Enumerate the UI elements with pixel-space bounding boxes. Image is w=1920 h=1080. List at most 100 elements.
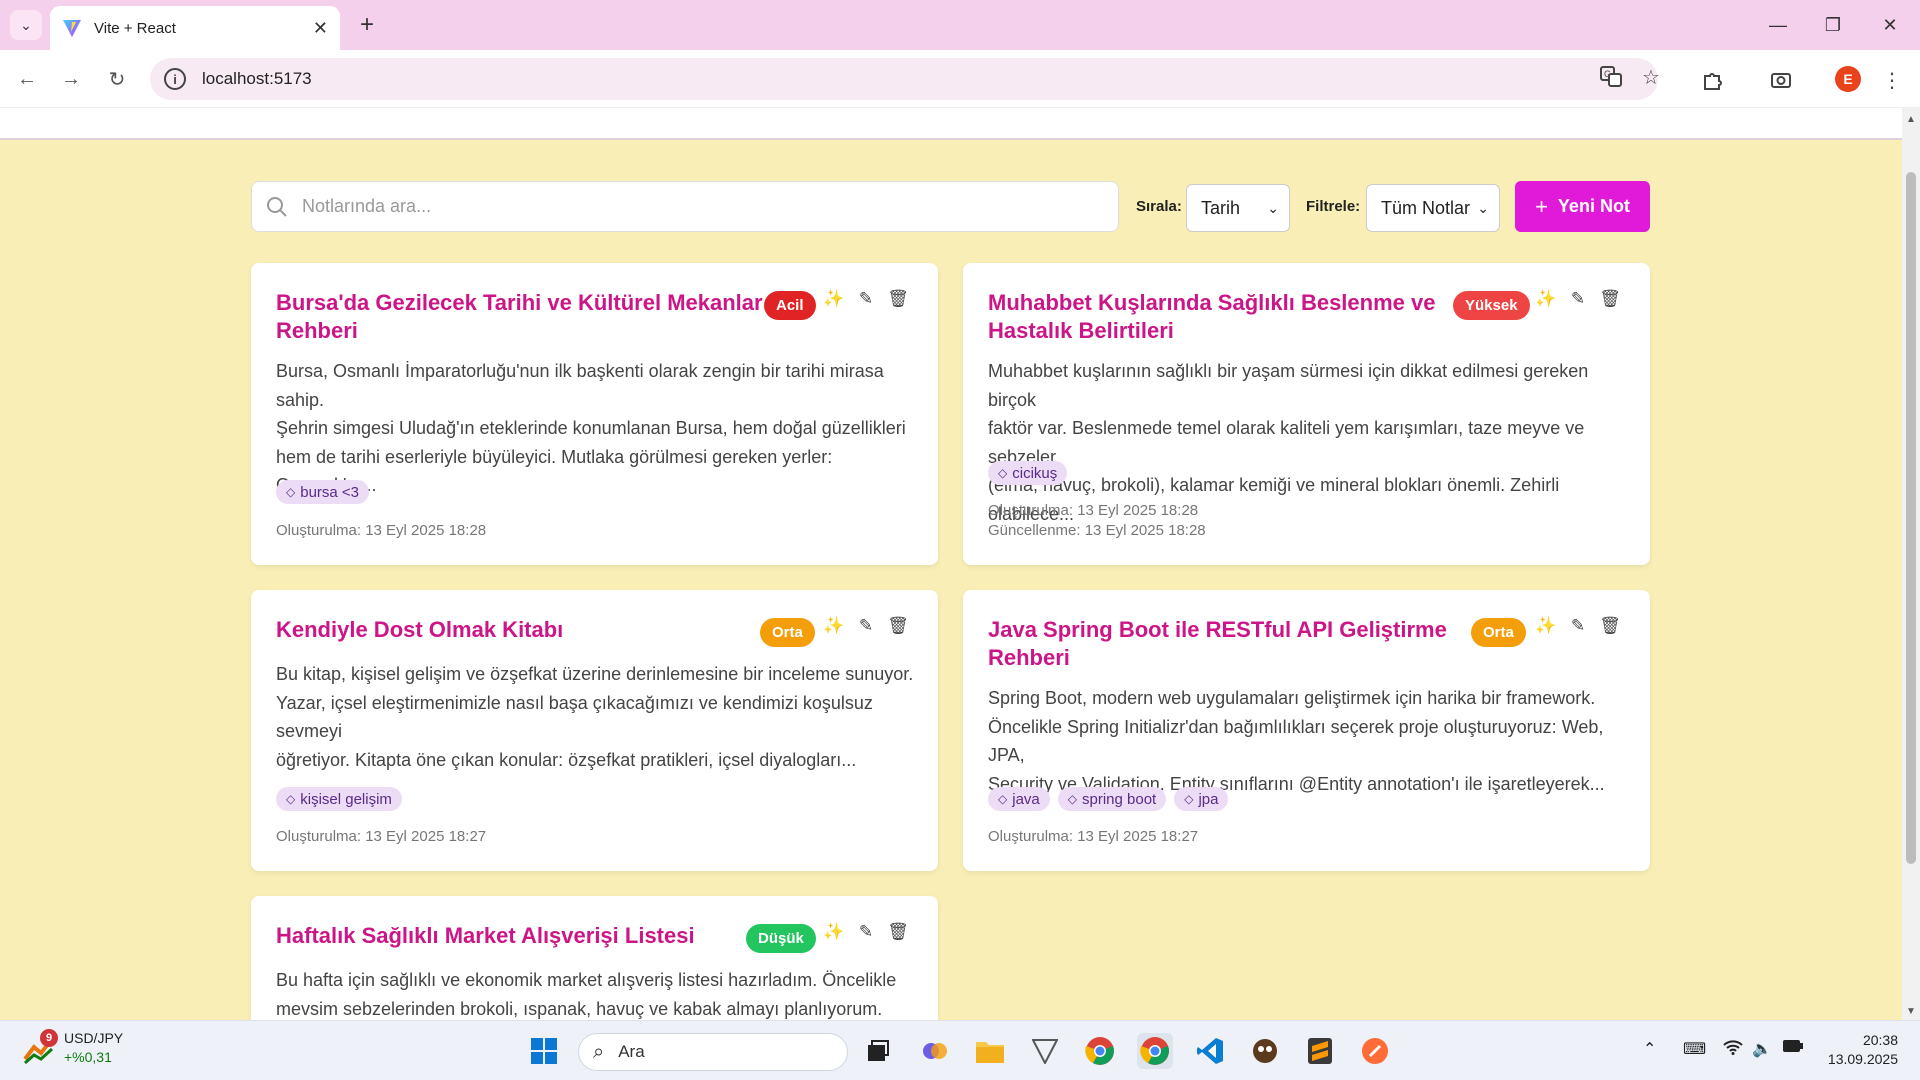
vite-app-icon[interactable] xyxy=(1027,1033,1063,1069)
show-hidden-icons-icon[interactable]: ⌃ xyxy=(1643,1039,1656,1059)
filter-select[interactable]: Tüm Notlar ⌄ xyxy=(1366,184,1500,232)
new-tab-button[interactable]: + xyxy=(352,10,382,40)
edit-icon[interactable]: ✎ xyxy=(857,616,875,636)
forward-icon[interactable]: → xyxy=(56,64,86,94)
note-card[interactable]: Java Spring Boot ile RESTful API Gelişti… xyxy=(963,590,1650,871)
close-tab-icon[interactable]: ✕ xyxy=(313,18,328,39)
sparkles-icon[interactable]: ✨ xyxy=(1535,616,1556,636)
tag-label: java xyxy=(1012,790,1040,808)
bookmark-star-icon[interactable]: ☆ xyxy=(1636,62,1666,92)
note-title[interactable]: Muhabbet Kuşlarında Sağlıklı Beslenme ve… xyxy=(988,289,1435,345)
note-title[interactable]: Bursa'da Gezilecek Tarihi ve Kültürel Me… xyxy=(276,289,763,345)
postman-icon[interactable] xyxy=(1357,1033,1393,1069)
widgets-button[interactable]: 9 USD/JPY +%0,31 xyxy=(22,1029,123,1067)
edit-icon[interactable]: ✎ xyxy=(857,289,875,309)
extensions-icon[interactable] xyxy=(1697,64,1729,96)
tag-label: cicikuş xyxy=(1012,464,1058,482)
search-input[interactable] xyxy=(302,196,1118,217)
note-actions: ✨ ✎ 🗑 xyxy=(823,922,909,942)
vscode-icon[interactable] xyxy=(1192,1033,1228,1069)
sort-select[interactable]: Tarih ⌄ xyxy=(1186,184,1290,232)
keyboard-icon[interactable]: ⌨ xyxy=(1683,1039,1706,1059)
chrome-active-icon[interactable] xyxy=(1137,1033,1173,1069)
note-tags: ◇ bursa <3 xyxy=(276,480,370,504)
note-body: Bursa, Osmanlı İmparatorluğu'nun ilk baş… xyxy=(276,357,916,500)
note-title-line: Rehberi xyxy=(988,645,1070,670)
file-explorer-icon[interactable] xyxy=(972,1033,1008,1069)
scrollbar-thumb[interactable] xyxy=(1906,172,1916,864)
note-title[interactable]: Java Spring Boot ile RESTful API Gelişti… xyxy=(988,616,1447,672)
site-info-icon[interactable]: i xyxy=(164,68,186,90)
priority-badge: Düşük xyxy=(746,924,816,953)
reload-icon[interactable]: ↻ xyxy=(102,64,132,94)
tag-chip[interactable]: ◇ cicikuş xyxy=(988,461,1068,485)
filter-select-value: Tüm Notlar xyxy=(1381,197,1471,218)
new-note-button[interactable]: + Yeni Not xyxy=(1515,181,1650,232)
sparkles-icon[interactable]: ✨ xyxy=(823,616,844,636)
edit-icon[interactable]: ✎ xyxy=(1569,289,1587,309)
sparkles-icon[interactable]: ✨ xyxy=(823,922,844,942)
note-meta: Oluşturulma: 13 Eyl 2025 18:28 xyxy=(276,521,486,541)
app-owl-icon[interactable] xyxy=(1247,1033,1283,1069)
restore-button[interactable]: ❐ xyxy=(1813,10,1853,40)
back-icon[interactable]: ← xyxy=(12,64,42,94)
sparkles-icon[interactable]: ✨ xyxy=(1535,289,1556,309)
translate-icon[interactable]: G xyxy=(1596,62,1626,92)
profile-avatar[interactable]: E xyxy=(1835,66,1861,92)
task-view-icon[interactable] xyxy=(860,1033,896,1069)
trash-icon[interactable]: 🗑 xyxy=(1599,289,1621,309)
notes-search-box[interactable] xyxy=(251,181,1119,232)
tab-search-button[interactable]: ⌄ xyxy=(10,10,42,40)
sort-label: Sırala: xyxy=(1136,198,1182,215)
tag-chip[interactable]: ◇ spring boot xyxy=(1057,787,1167,811)
tag-chip[interactable]: ◇ kişisel gelişim xyxy=(276,787,402,811)
clock-date: 13.09.2025 xyxy=(1827,1051,1898,1067)
stock-chart-icon: 9 xyxy=(22,1029,58,1065)
created-date: Oluşturulma: 13 Eyl 2025 18:28 xyxy=(276,522,487,539)
tag-chip[interactable]: ◇ jpa xyxy=(1174,787,1229,811)
scroll-up-icon[interactable]: ▲ xyxy=(1904,112,1918,126)
note-card[interactable]: Kendiyle Dost Olmak Kitabı Orta ✨ ✎ 🗑 Bu… xyxy=(251,590,938,871)
more-menu-icon[interactable]: ⋮ xyxy=(1876,64,1908,96)
trash-icon[interactable]: 🗑 xyxy=(887,616,909,636)
note-title[interactable]: Kendiyle Dost Olmak Kitabı xyxy=(276,616,563,644)
widget-title: USD/JPY xyxy=(64,1030,124,1046)
minimize-button[interactable]: — xyxy=(1758,10,1798,40)
scroll-down-icon[interactable]: ▼ xyxy=(1904,1004,1918,1018)
tag-chip[interactable]: ◇ java xyxy=(988,787,1050,811)
browser-tab[interactable]: Vite + React ✕ xyxy=(50,6,340,50)
trash-icon[interactable]: 🗑 xyxy=(1599,616,1621,636)
note-title[interactable]: Haftalık Sağlıklı Market Alışverişi List… xyxy=(276,922,695,950)
system-clock[interactable]: 20:38 13.09.2025 xyxy=(1828,1031,1898,1069)
clock-time: 20:38 xyxy=(1862,1032,1898,1048)
browser-tab-strip: ⌄ Vite + React ✕ + — ❐ ✕ xyxy=(0,0,1920,50)
sparkles-icon[interactable]: ✨ xyxy=(823,289,844,309)
taskbar-search[interactable]: ⌕ Ara xyxy=(578,1033,848,1071)
volume-icon[interactable]: 🔈 xyxy=(1752,1039,1772,1059)
windows-start-icon[interactable] xyxy=(526,1033,562,1069)
note-card[interactable]: Bursa'da Gezilecek Tarihi ve Kültürel Me… xyxy=(251,263,938,565)
note-meta: Oluşturulma: 13 Eyl 2025 18:27 xyxy=(988,827,1198,847)
battery-icon[interactable] xyxy=(1782,1039,1804,1058)
note-title-line: Kendiyle Dost Olmak Kitabı xyxy=(276,617,564,642)
address-bar[interactable]: i localhost:5173 xyxy=(150,58,1658,100)
page-header-strip xyxy=(0,108,1902,140)
tag-icon: ◇ xyxy=(998,466,1008,480)
edit-icon[interactable]: ✎ xyxy=(857,922,875,942)
note-title-line: Hastalık Belirtileri xyxy=(988,318,1174,343)
trash-icon[interactable]: 🗑 xyxy=(887,922,909,942)
copilot-icon[interactable] xyxy=(917,1033,953,1069)
sublime-text-icon[interactable] xyxy=(1302,1033,1338,1069)
tag-chip[interactable]: ◇ bursa <3 xyxy=(276,480,370,504)
close-window-button[interactable]: ✕ xyxy=(1870,10,1910,40)
screenshot-icon[interactable] xyxy=(1765,64,1797,96)
note-title-line: Muhabbet Kuşlarında Sağlıklı Beslenme ve xyxy=(988,290,1436,315)
note-actions: ✨ ✎ 🗑 xyxy=(823,289,909,309)
trash-icon[interactable]: 🗑 xyxy=(887,289,909,309)
tab-title: Vite + React xyxy=(94,19,176,37)
chrome-icon[interactable] xyxy=(1082,1033,1118,1069)
edit-icon[interactable]: ✎ xyxy=(1569,616,1587,636)
wifi-icon[interactable] xyxy=(1723,1039,1743,1060)
priority-badge: Orta xyxy=(1471,618,1526,647)
note-card[interactable]: Muhabbet Kuşlarında Sağlıklı Beslenme ve… xyxy=(963,263,1650,565)
